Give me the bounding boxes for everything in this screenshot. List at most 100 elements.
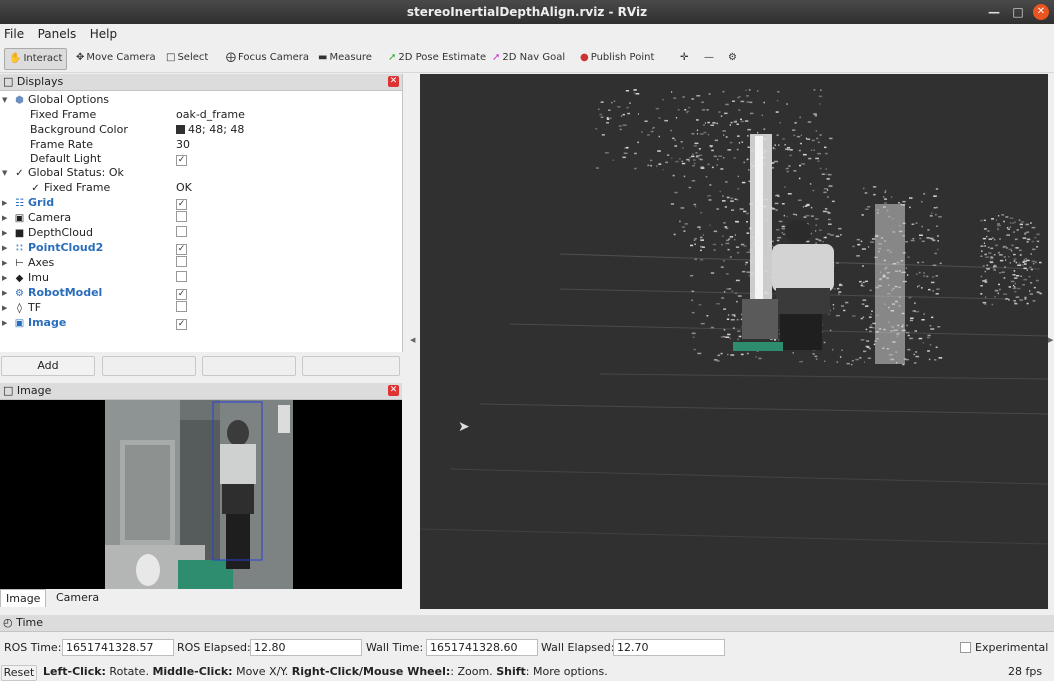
tree-row-tf[interactable]: ▶ ◊ TF bbox=[0, 301, 400, 315]
publish-point-button[interactable]: ● Publish Point bbox=[576, 48, 658, 68]
collapse-arrow-icon[interactable]: ▼ bbox=[2, 166, 7, 180]
interact-button[interactable]: ✋ Interact bbox=[4, 48, 68, 70]
move-camera-button[interactable]: ✥ Move Camera bbox=[72, 48, 160, 68]
cloud-point bbox=[921, 261, 924, 263]
maximize-icon[interactable]: □ bbox=[1010, 4, 1026, 20]
cloud-point bbox=[680, 141, 683, 143]
cloud-point bbox=[798, 149, 801, 152]
cloud-point bbox=[873, 193, 876, 196]
cloud-point bbox=[635, 93, 640, 95]
3d-viewport[interactable]: ➤ bbox=[420, 74, 1048, 609]
tree-row-default-light[interactable]: Default Light ✓ bbox=[0, 152, 400, 166]
expand-arrow-icon[interactable]: ▶ bbox=[2, 211, 7, 225]
remove-button[interactable] bbox=[202, 356, 296, 376]
imu-checkbox[interactable] bbox=[176, 271, 187, 282]
tab-image[interactable]: Image bbox=[0, 589, 47, 607]
tree-row-depthcloud[interactable]: ▶ ■ DepthCloud bbox=[0, 226, 400, 240]
cloud-point bbox=[731, 314, 736, 316]
cloud-point bbox=[824, 208, 828, 210]
cloud-point bbox=[1032, 300, 1036, 302]
cloud-point bbox=[984, 279, 988, 281]
tab-camera[interactable]: Camera bbox=[51, 589, 104, 606]
cloud-point bbox=[740, 118, 742, 121]
tool-settings-icon[interactable]: ⚙ bbox=[724, 48, 741, 68]
tree-row-image[interactable]: ▶ ▣ Image ✓ bbox=[0, 316, 400, 330]
rename-button[interactable] bbox=[302, 356, 400, 376]
expand-arrow-icon[interactable]: ▶ bbox=[2, 286, 7, 300]
experimental-checkbox[interactable] bbox=[960, 642, 971, 653]
add-tool-icon[interactable]: ✛ bbox=[676, 48, 692, 68]
tree-row-axes[interactable]: ▶ ⊢ Axes bbox=[0, 256, 400, 270]
cloud-point bbox=[684, 223, 688, 225]
tree-row-global-status[interactable]: ▼ ✓ Global Status: Ok bbox=[0, 166, 400, 180]
ros-time-field[interactable]: 1651741328.57 bbox=[62, 639, 174, 656]
cloud-point bbox=[821, 173, 825, 175]
cloud-point bbox=[1026, 259, 1030, 262]
tree-row-status-fixed-frame[interactable]: ✓ Fixed Frame OK bbox=[0, 181, 400, 195]
cloud-point bbox=[740, 100, 745, 103]
tree-row-imu[interactable]: ▶ ◆ Imu bbox=[0, 271, 400, 285]
depthcloud-checkbox[interactable] bbox=[176, 226, 187, 237]
cloud-point bbox=[836, 361, 839, 363]
duplicate-button[interactable] bbox=[102, 356, 196, 376]
close-icon[interactable]: ✕ bbox=[388, 385, 399, 396]
expand-arrow-icon[interactable]: ▶ bbox=[2, 301, 7, 315]
menu-file[interactable]: File bbox=[0, 24, 30, 41]
ros-elapsed-field[interactable]: 12.80 bbox=[250, 639, 362, 656]
cloud-point bbox=[863, 187, 865, 190]
tree-row-grid[interactable]: ▶ ☷ Grid ✓ bbox=[0, 196, 400, 210]
pose-estimate-button[interactable]: ➚ 2D Pose Estimate bbox=[384, 48, 490, 68]
tree-row-pointcloud2[interactable]: ▶ ∷ PointCloud2 ✓ bbox=[0, 241, 400, 255]
nav-goal-button[interactable]: ➚ 2D Nav Goal bbox=[488, 48, 569, 68]
cloud-point bbox=[927, 350, 930, 352]
grid-checkbox[interactable]: ✓ bbox=[176, 199, 187, 210]
cloud-point bbox=[736, 123, 739, 125]
cloud-point bbox=[743, 210, 747, 213]
default-light-checkbox[interactable]: ✓ bbox=[176, 155, 187, 166]
tree-row-camera[interactable]: ▶ ▣ Camera bbox=[0, 211, 400, 225]
close-icon[interactable]: ✕ bbox=[1033, 4, 1049, 20]
remove-tool-icon[interactable]: — bbox=[700, 48, 718, 68]
tf-checkbox[interactable] bbox=[176, 301, 187, 312]
collapse-arrow-icon[interactable]: ▼ bbox=[2, 93, 7, 107]
tree-row-frame-rate[interactable]: Frame Rate 30 bbox=[0, 138, 400, 152]
minimize-icon[interactable]: — bbox=[986, 4, 1002, 20]
expand-arrow-icon[interactable]: ▶ bbox=[2, 271, 7, 285]
expand-arrow-icon[interactable]: ▶ bbox=[2, 316, 7, 330]
add-button[interactable]: Add bbox=[1, 356, 95, 376]
tree-row-global-options[interactable]: ▼ ⬢ Global Options bbox=[0, 93, 400, 107]
expand-arrow-icon[interactable]: ▶ bbox=[2, 196, 7, 210]
focus-camera-button[interactable]: ⨁ Focus Camera bbox=[222, 48, 313, 68]
splitter-right-arrow-icon[interactable]: ▶ bbox=[1048, 336, 1053, 344]
cloud-point bbox=[627, 112, 631, 115]
camera-checkbox[interactable] bbox=[176, 211, 187, 222]
tree-row-fixed-frame[interactable]: Fixed Frame oak-d_frame bbox=[0, 108, 400, 122]
image-checkbox[interactable]: ✓ bbox=[176, 319, 187, 330]
close-icon[interactable]: ✕ bbox=[388, 76, 399, 87]
splitter-left-arrow-icon[interactable]: ◀ bbox=[410, 336, 415, 344]
cloud-point bbox=[733, 327, 735, 329]
pointcloud2-checkbox[interactable]: ✓ bbox=[176, 244, 187, 255]
menu-help[interactable]: Help bbox=[86, 24, 123, 41]
cloud-point bbox=[698, 303, 702, 306]
menu-panels[interactable]: Panels bbox=[34, 24, 83, 41]
cloud-point bbox=[775, 209, 778, 211]
tree-row-robotmodel[interactable]: ▶ ⚙ RobotModel ✓ bbox=[0, 286, 400, 300]
select-button[interactable]: □ Select bbox=[162, 48, 212, 68]
measure-button[interactable]: ▬ Measure bbox=[314, 48, 376, 68]
cloud-point bbox=[735, 246, 740, 248]
expand-arrow-icon[interactable]: ▶ bbox=[2, 256, 7, 270]
cloud-point bbox=[1013, 300, 1016, 302]
expand-arrow-icon[interactable]: ▶ bbox=[2, 226, 7, 240]
robotmodel-checkbox[interactable]: ✓ bbox=[176, 289, 187, 300]
wall-elapsed-field[interactable]: 12.70 bbox=[613, 639, 725, 656]
tree-row-background-color[interactable]: Background Color 48; 48; 48 bbox=[0, 123, 400, 137]
cloud-point bbox=[625, 146, 629, 149]
axes-checkbox[interactable] bbox=[176, 256, 187, 267]
cloud-point bbox=[931, 316, 934, 319]
cloud-point bbox=[932, 264, 937, 266]
wall-time-field[interactable]: 1651741328.60 bbox=[426, 639, 538, 656]
cloud-point bbox=[861, 248, 866, 250]
cloud-point bbox=[733, 121, 737, 123]
expand-arrow-icon[interactable]: ▶ bbox=[2, 241, 7, 255]
